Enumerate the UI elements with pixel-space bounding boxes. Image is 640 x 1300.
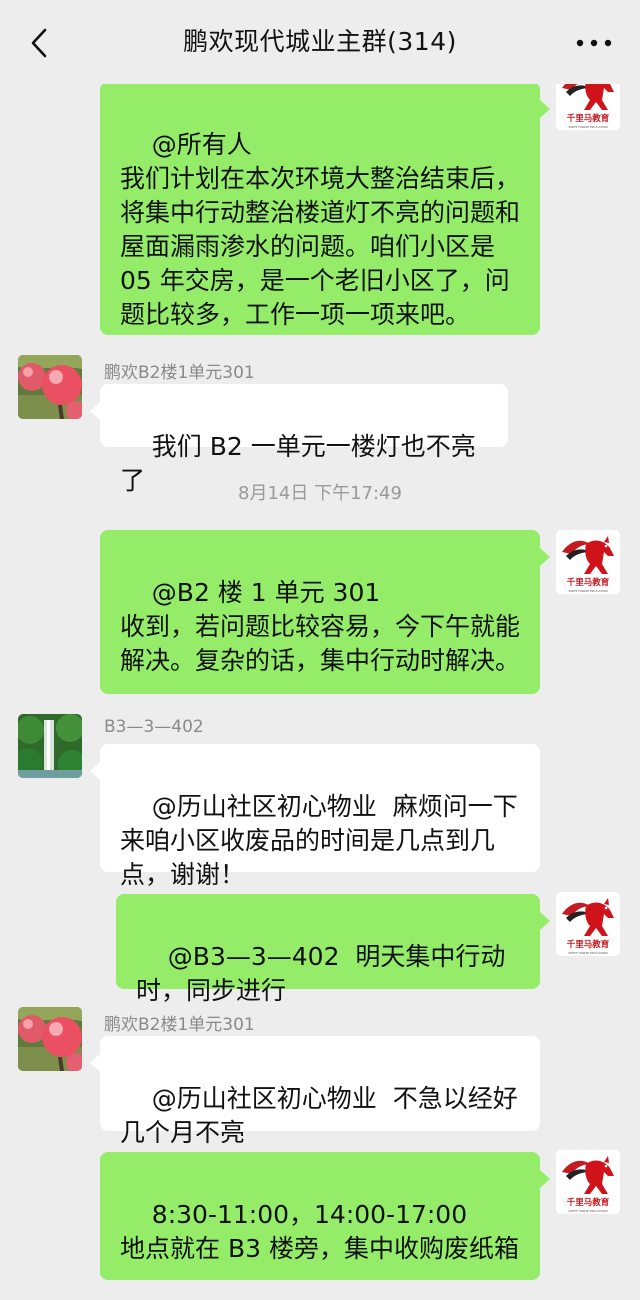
bubble-tail	[540, 548, 550, 566]
more-button[interactable]	[574, 28, 614, 58]
message-bubble[interactable]: @B3—3—402 明天集中行动时，同步进行	[116, 894, 540, 1005]
sender-name: 鹏欢B2楼1单元301	[104, 363, 255, 383]
more-dots-icon	[576, 39, 612, 47]
message-bubble[interactable]: @所有人 我们计划在本次环境大整治结束后，将集中行动整治楼道灯不亮的问题和屋面漏…	[100, 82, 540, 335]
apple-avatar-icon	[18, 355, 82, 419]
bubble-tail	[90, 762, 100, 780]
bubble-tail	[540, 1170, 550, 1188]
avatar[interactable]	[18, 714, 82, 778]
nav-bar: 鹏欢现代城业主群(314)	[0, 0, 640, 84]
message-bubble[interactable]: @历山社区初心物业 麻烦问一下来咱小区收废品的时间是几点到几点，谢谢！	[100, 744, 540, 889]
message-text: @B3—3—402 明天集中行动时，同步进行	[136, 942, 506, 1005]
chat-title: 鹏欢现代城业主群(314)	[183, 27, 457, 56]
sender-name: B3—3—402	[104, 717, 204, 737]
bubble-tail	[90, 402, 100, 420]
message-text: @B2 楼 1 单元 301 收到，若问题比较容易，今下午就能解决。复杂的话，集…	[120, 578, 521, 675]
message-bubble[interactable]: @历山社区初心物业 不急以经好几个月不亮	[100, 1036, 540, 1147]
message-text: @历山社区初心物业 不急以经好几个月不亮	[120, 1084, 518, 1147]
message-text: @所有人 我们计划在本次环境大整治结束后，将集中行动整治楼道灯不亮的问题和屋面漏…	[120, 130, 521, 329]
sender-name: 鹏欢B2楼1单元301	[104, 1015, 255, 1035]
bubble-tail	[540, 912, 550, 930]
timestamp: 8月14日 下午17:49	[238, 483, 402, 504]
message-text: @历山社区初心物业 麻烦问一下来咱小区收废品的时间是几点到几点，谢谢！	[120, 792, 518, 889]
avatar[interactable]	[18, 355, 82, 419]
apple-avatar-icon	[18, 1007, 82, 1071]
message-text: 8:30-11:00，14:00-17:00 地点就在 B3 楼旁，集中收购废纸…	[120, 1200, 519, 1263]
message-bubble[interactable]: 我们 B2 一单元一楼灯也不亮了	[100, 384, 508, 495]
horse-logo-icon	[556, 1150, 620, 1214]
horse-logo-icon	[556, 530, 620, 594]
avatar[interactable]	[556, 530, 620, 594]
avatar[interactable]	[556, 892, 620, 956]
message-bubble[interactable]: @B2 楼 1 单元 301 收到，若问题比较容易，今下午就能解决。复杂的话，集…	[100, 530, 540, 694]
bubble-tail	[90, 1054, 100, 1072]
avatar[interactable]	[18, 1007, 82, 1071]
waterfall-avatar-icon	[18, 714, 82, 778]
bubble-tail	[540, 100, 550, 118]
horse-logo-icon	[556, 892, 620, 956]
message-bubble[interactable]: 8:30-11:00，14:00-17:00 地点就在 B3 楼旁，集中收购废纸…	[100, 1152, 540, 1280]
avatar[interactable]	[556, 1150, 620, 1214]
